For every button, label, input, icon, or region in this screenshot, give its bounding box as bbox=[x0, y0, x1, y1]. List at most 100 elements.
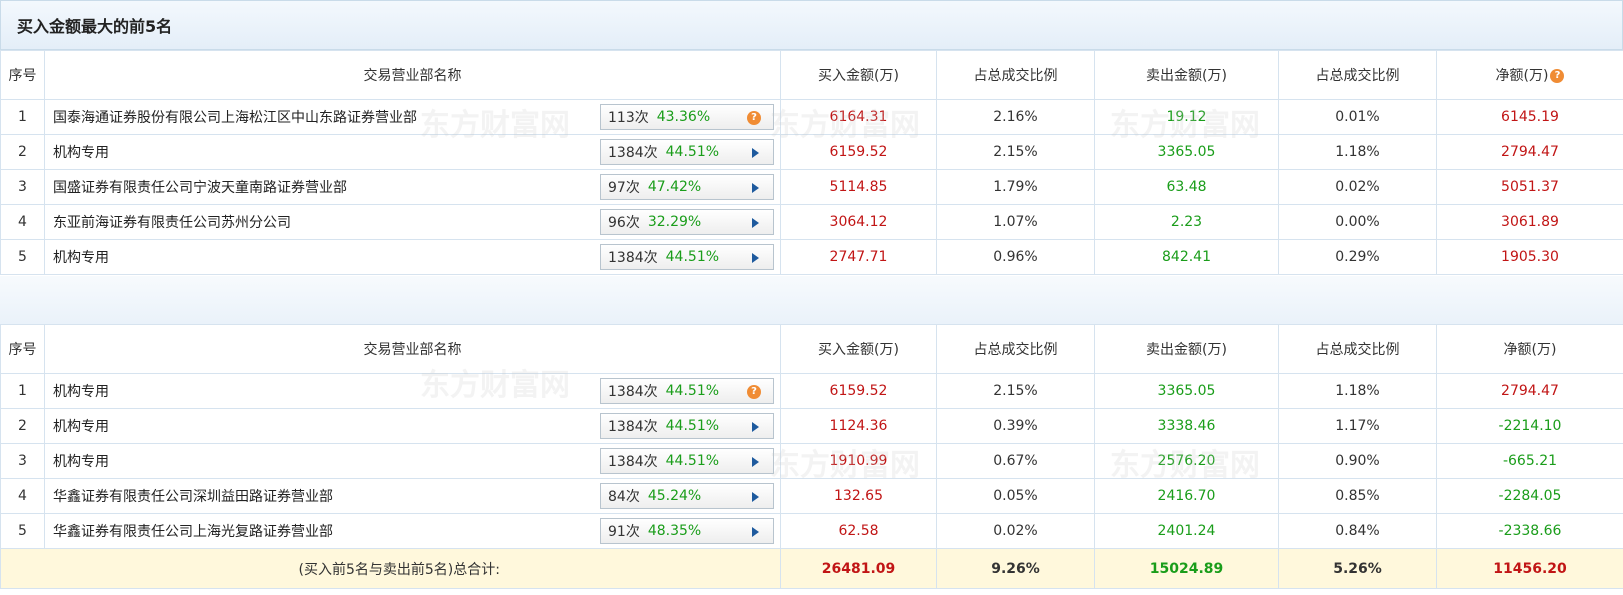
table-row: 5 华鑫证券有限责任公司上海光复路证券营业部 91次 48.35% 62.58 0.02%… bbox=[0, 513, 1623, 549]
branch-cell: 国盛证券有限责任公司宁波天童南路证券营业部 97次 47.42% bbox=[44, 169, 781, 205]
play-arrow-icon[interactable] bbox=[752, 422, 759, 432]
sell-cell: 63.48 bbox=[1094, 169, 1279, 205]
sell-ratio-cell: 1.18% bbox=[1278, 373, 1437, 409]
buy-cell: 6164.31 bbox=[780, 99, 937, 135]
sell-ratio-cell: 1.17% bbox=[1278, 408, 1437, 444]
branch-name[interactable]: 机构专用 bbox=[53, 247, 109, 267]
branch-stat-box[interactable]: 113次 43.36%? bbox=[600, 104, 774, 130]
rank-cell: 5 bbox=[0, 239, 45, 275]
net-cell: -665.21 bbox=[1436, 443, 1623, 479]
col-sell: 卖出金额(万) bbox=[1094, 50, 1279, 100]
branch-cell: 东亚前海证券有限责任公司苏州分公司 96次 32.29% bbox=[44, 204, 781, 240]
branch-name[interactable]: 机构专用 bbox=[53, 451, 109, 471]
branch-cell: 机构专用 1384次 44.51% bbox=[44, 443, 781, 479]
net-cell: -2214.10 bbox=[1436, 408, 1623, 444]
col-sell: 卖出金额(万) bbox=[1094, 324, 1279, 374]
branch-times: 113次 bbox=[608, 110, 649, 126]
col-branch: 交易营业部名称 bbox=[44, 50, 781, 100]
play-arrow-icon[interactable] bbox=[752, 183, 759, 193]
branch-times: 1384次 bbox=[608, 384, 658, 400]
total-buy: 26481.09 bbox=[780, 548, 937, 589]
net-cell: -2338.66 bbox=[1436, 513, 1623, 549]
branch-cell: 机构专用 1384次 44.51% bbox=[44, 239, 781, 275]
total-label: (买入前5名与卖出前5名)总合计: bbox=[0, 548, 781, 589]
rank-cell: 2 bbox=[0, 134, 45, 170]
branch-stat-box[interactable]: 96次 32.29% bbox=[600, 209, 774, 235]
branch-name[interactable]: 华鑫证券有限责任公司深圳益田路证券营业部 bbox=[53, 486, 333, 506]
buy-ratio-cell: 2.16% bbox=[936, 99, 1095, 135]
branch-rate: 44.51% bbox=[665, 144, 720, 160]
buy-ratio-cell: 2.15% bbox=[936, 373, 1095, 409]
branch-stat-box[interactable]: 1384次 44.51% bbox=[600, 448, 774, 474]
buy-cell: 132.65 bbox=[780, 478, 937, 514]
branch-stat-box[interactable]: 97次 47.42% bbox=[600, 174, 774, 200]
branch-name[interactable]: 机构专用 bbox=[53, 381, 109, 401]
buy-top5-table: 序号 交易营业部名称 买入金额(万) 占总成交比例 卖出金额(万) 占总成交比例… bbox=[0, 50, 1623, 275]
branch-times: 1384次 bbox=[608, 419, 658, 435]
net-help-icon[interactable]: ? bbox=[1550, 69, 1565, 83]
sell-cell: 842.41 bbox=[1094, 239, 1279, 275]
sell-ratio-cell: 0.85% bbox=[1278, 478, 1437, 514]
table-row: 3 国盛证券有限责任公司宁波天童南路证券营业部 97次 47.42% 5114.85 1.… bbox=[0, 169, 1623, 205]
branch-rate: 44.51% bbox=[665, 418, 720, 434]
rank-cell: 4 bbox=[0, 478, 45, 514]
branch-name[interactable]: 东亚前海证券有限责任公司苏州分公司 bbox=[53, 212, 291, 232]
branch-name[interactable]: 机构专用 bbox=[53, 142, 109, 162]
branch-cell: 机构专用 1384次 44.51%? bbox=[44, 373, 781, 409]
sell-ratio-cell: 0.01% bbox=[1278, 99, 1437, 135]
buy-ratio-cell: 0.96% bbox=[936, 239, 1095, 275]
sell-cell: 2.23 bbox=[1094, 204, 1279, 240]
branch-stat-box[interactable]: 1384次 44.51% bbox=[600, 413, 774, 439]
buy-ratio-cell: 0.05% bbox=[936, 478, 1095, 514]
question-circle-icon[interactable]: ? bbox=[747, 111, 761, 125]
net-cell: 2794.47 bbox=[1436, 373, 1623, 409]
sell-cell: 2576.20 bbox=[1094, 443, 1279, 479]
play-arrow-icon[interactable] bbox=[752, 253, 759, 263]
play-arrow-icon[interactable] bbox=[752, 218, 759, 228]
branch-name[interactable]: 国盛证券有限责任公司宁波天童南路证券营业部 bbox=[53, 177, 347, 197]
buy-cell: 6159.52 bbox=[780, 134, 937, 170]
play-arrow-icon[interactable] bbox=[752, 457, 759, 467]
buy-cell: 2747.71 bbox=[780, 239, 937, 275]
branch-name[interactable]: 机构专用 bbox=[53, 416, 109, 436]
table-row: 3 机构专用 1384次 44.51% 1910.99 0.67% 2576.20 0.90%… bbox=[0, 443, 1623, 479]
branch-name[interactable]: 华鑫证券有限责任公司上海光复路证券营业部 bbox=[53, 521, 333, 541]
col-buy: 买入金额(万) bbox=[780, 324, 937, 374]
col-rank: 序号 bbox=[0, 50, 45, 100]
net-cell: 5051.37 bbox=[1436, 169, 1623, 205]
col-buy-ratio: 占总成交比例 bbox=[936, 50, 1095, 100]
rank-cell: 2 bbox=[0, 408, 45, 444]
play-arrow-icon[interactable] bbox=[752, 527, 759, 537]
sell-cell: 3365.05 bbox=[1094, 373, 1279, 409]
net-cell: 2794.47 bbox=[1436, 134, 1623, 170]
branch-rate: 43.36% bbox=[656, 109, 711, 125]
branch-stat-box[interactable]: 1384次 44.51% bbox=[600, 244, 774, 270]
branch-rate: 45.24% bbox=[647, 488, 702, 504]
branch-stat-box[interactable]: 1384次 44.51%? bbox=[600, 378, 774, 404]
sell-cell: 2401.24 bbox=[1094, 513, 1279, 549]
play-arrow-icon[interactable] bbox=[752, 492, 759, 502]
branch-times: 97次 bbox=[608, 180, 640, 196]
col-net: 净额(万)? bbox=[1436, 50, 1623, 100]
sell-ratio-cell: 0.29% bbox=[1278, 239, 1437, 275]
branch-times: 1384次 bbox=[608, 250, 658, 266]
total-buy-ratio: 9.26% bbox=[936, 548, 1095, 589]
branch-rate: 44.51% bbox=[665, 249, 720, 265]
branch-stat-box[interactable]: 91次 48.35% bbox=[600, 518, 774, 544]
branch-name[interactable]: 国泰海通证券股份有限公司上海松江区中山东路证券营业部 bbox=[53, 107, 417, 127]
table-row: 4 东亚前海证券有限责任公司苏州分公司 96次 32.29% 3064.12 1.07% 2… bbox=[0, 204, 1623, 240]
question-circle-icon[interactable]: ? bbox=[747, 385, 761, 399]
table-header-row: 序号 交易营业部名称 买入金额(万) 占总成交比例 卖出金额(万) 占总成交比例… bbox=[0, 324, 1623, 374]
total-net: 11456.20 bbox=[1436, 548, 1623, 589]
branch-stat-box[interactable]: 84次 45.24% bbox=[600, 483, 774, 509]
branch-rate: 48.35% bbox=[647, 523, 702, 539]
branch-stat-box[interactable]: 1384次 44.51% bbox=[600, 139, 774, 165]
play-arrow-icon[interactable] bbox=[752, 148, 759, 158]
buy-cell: 6159.52 bbox=[780, 373, 937, 409]
col-net: 净额(万) bbox=[1436, 324, 1623, 374]
rank-cell: 4 bbox=[0, 204, 45, 240]
buy-cell: 1910.99 bbox=[780, 443, 937, 479]
table-row: 2 机构专用 1384次 44.51% 1124.36 0.39% 3338.46 1.17%… bbox=[0, 408, 1623, 444]
branch-times: 84次 bbox=[608, 489, 640, 505]
section-separator bbox=[0, 276, 1623, 324]
